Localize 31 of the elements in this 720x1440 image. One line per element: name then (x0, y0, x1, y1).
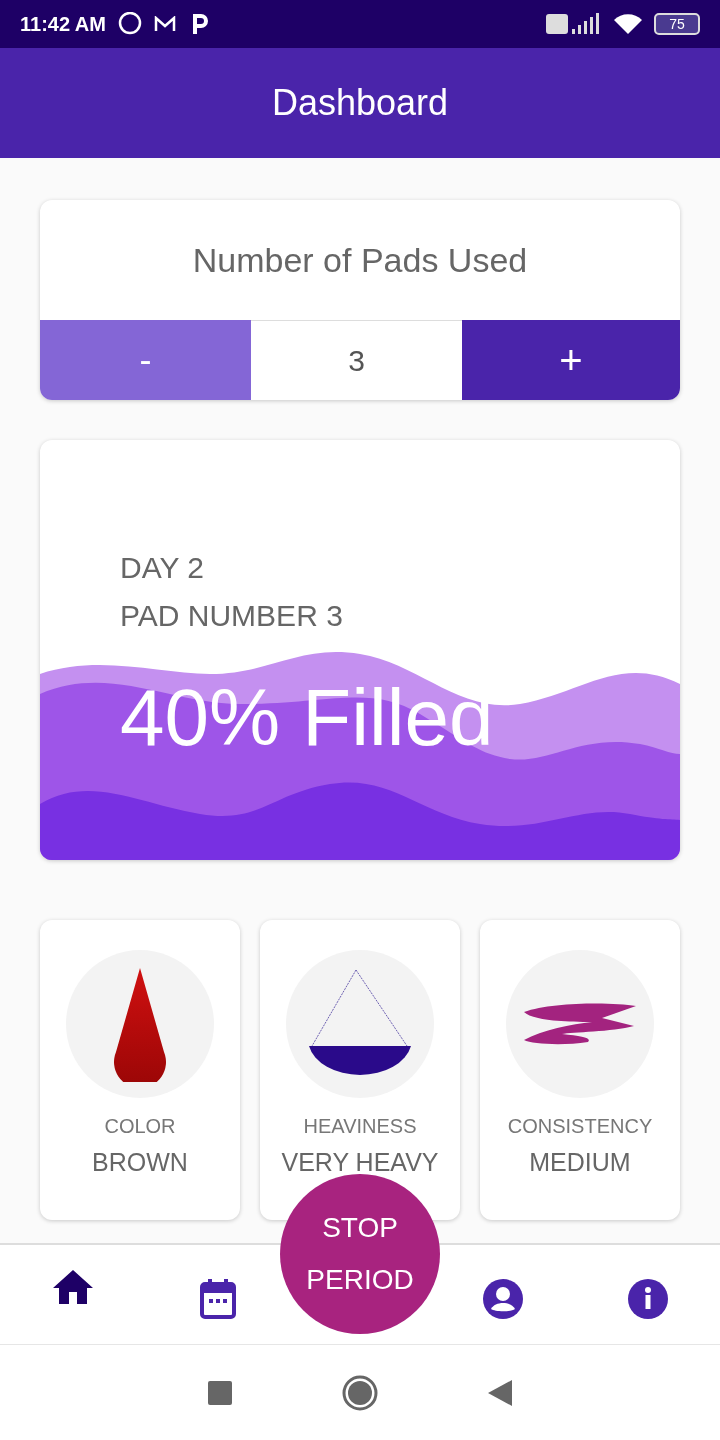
stat-label: CONSISTENCY (507, 1116, 653, 1136)
increment-button[interactable]: + (462, 320, 680, 400)
wifi-icon (614, 13, 642, 35)
nav-tab[interactable] (482, 1278, 523, 1319)
nav-tab[interactable] (52, 1269, 93, 1304)
decrement-button[interactable]: - (40, 320, 251, 400)
header-title: Dashboard (271, 81, 449, 125)
back-icon[interactable] (488, 1379, 512, 1406)
stat-value: VERY HEAVY (281, 1150, 439, 1175)
parking-icon (191, 13, 208, 35)
day-label: DAY 2 (120, 550, 205, 586)
home-button-icon[interactable] (342, 1374, 378, 1411)
pad-number-label: PAD NUMBER 3 (120, 598, 344, 634)
stat-label: COLOR (104, 1116, 176, 1136)
battery-icon: 75 (654, 13, 700, 35)
nav-tab[interactable] (199, 1278, 236, 1319)
nav-tab[interactable] (627, 1278, 668, 1319)
smear-icon (522, 1002, 638, 1046)
pads-title: Number of Pads Used (192, 239, 528, 281)
stat-value: MEDIUM (529, 1150, 631, 1175)
fill-percent: 40% Filled (120, 678, 495, 758)
calendar-icon (199, 1278, 236, 1319)
signal-icon (546, 13, 602, 35)
mail-icon (153, 16, 176, 32)
stat-label: HEAVINESS (303, 1116, 417, 1136)
info-icon (627, 1278, 668, 1319)
status-time: 11:42 AM (20, 12, 106, 37)
stat-value: BROWN (92, 1150, 188, 1175)
profile-icon (482, 1278, 523, 1319)
recents-icon[interactable] (208, 1380, 232, 1405)
home-icon (52, 1269, 93, 1304)
